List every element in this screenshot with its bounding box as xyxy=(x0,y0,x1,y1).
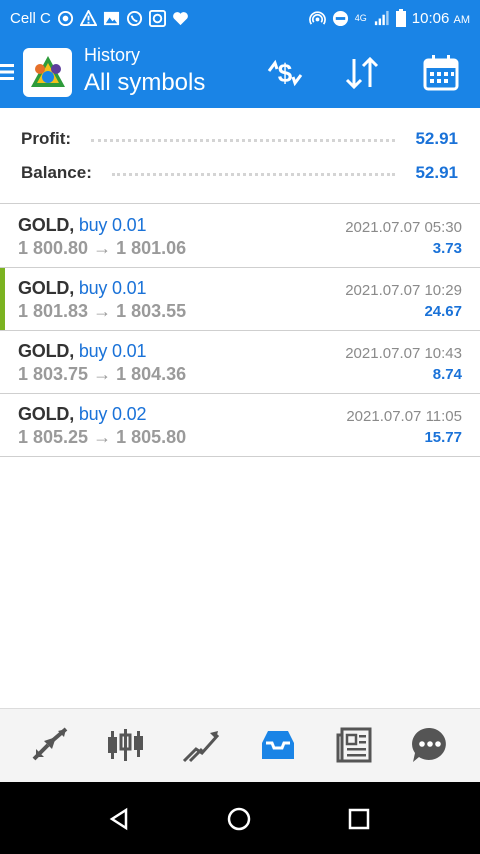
trade-icon xyxy=(182,731,220,763)
carrier-label: Cell C xyxy=(10,9,51,27)
bottom-navigation xyxy=(0,708,480,783)
svg-text:$: $ xyxy=(278,58,293,88)
deal-prices: 1 803.75 → 1 804.36 xyxy=(18,364,187,384)
radar-icon xyxy=(57,10,73,26)
signal-icon xyxy=(374,10,389,25)
chat-icon xyxy=(412,727,446,762)
sort-icon xyxy=(345,56,379,90)
nav-chart[interactable] xyxy=(88,717,164,773)
deal-row[interactable]: GOLD, buy 0.02 1 805.25 → 1 805.80 2021.… xyxy=(0,394,480,457)
image-icon xyxy=(103,11,119,25)
deal-type: buy 0.01 xyxy=(78,278,147,298)
menu-icon[interactable] xyxy=(0,62,14,82)
recents-square-icon xyxy=(348,808,370,830)
nav-history[interactable] xyxy=(240,717,316,773)
deal-symbol: GOLD, xyxy=(18,215,74,235)
history-summary: Profit: 52.91 Balance: 52.91 xyxy=(0,108,480,204)
balance-row: Balance: 52.91 xyxy=(21,161,458,185)
deal-symbol: GOLD, xyxy=(18,404,74,424)
heart-icon xyxy=(172,11,188,25)
section-title: History xyxy=(84,45,141,65)
deal-type: buy 0.02 xyxy=(78,404,147,424)
candlestick-chart-icon xyxy=(108,729,143,761)
deals-list: GOLD, buy 0.01 1 800.80 → 1 801.06 2021.… xyxy=(0,205,480,457)
recents-button[interactable] xyxy=(344,804,374,834)
deal-profit: 8.74 xyxy=(432,366,462,383)
sort-button[interactable] xyxy=(341,52,383,94)
app-bar: History All symbols $ xyxy=(0,36,480,108)
deal-time: 2021.07.07 05:30 xyxy=(345,219,462,236)
hotspot-icon xyxy=(308,10,326,25)
currency-exchange-icon: $ xyxy=(267,58,303,88)
nav-news[interactable] xyxy=(316,717,392,773)
whatsapp-icon xyxy=(126,10,142,26)
deal-symbol: GOLD, xyxy=(18,341,74,361)
deal-prices: 1 801.83 → 1 803.55 xyxy=(18,301,187,321)
system-navigation-bar xyxy=(0,782,480,854)
profit-value: 52.91 xyxy=(415,129,458,148)
quotes-icon xyxy=(32,727,68,761)
calendar-button[interactable] xyxy=(420,52,462,94)
deal-time: 2021.07.07 10:29 xyxy=(345,282,462,299)
deal-profit: 3.73 xyxy=(432,240,462,257)
deal-row[interactable]: GOLD, buy 0.01 1 801.83 → 1 803.55 2021.… xyxy=(0,268,480,331)
deal-profit: 15.77 xyxy=(424,429,462,446)
clock-ampm: AM xyxy=(453,13,471,26)
metatrader-logo-icon xyxy=(30,55,65,87)
symbol-filter[interactable]: All symbols xyxy=(84,68,205,98)
network-type: 4G xyxy=(354,12,367,23)
back-triangle-icon xyxy=(109,807,128,831)
news-icon xyxy=(336,727,372,763)
deal-time: 2021.07.07 11:05 xyxy=(346,408,462,425)
deal-type: buy 0.01 xyxy=(78,341,147,361)
deal-profit: 24.67 xyxy=(424,303,462,320)
history-inbox-icon xyxy=(262,731,294,759)
deal-prices: 1 805.25 → 1 805.80 xyxy=(18,427,187,447)
profit-row: Profit: 52.91 xyxy=(21,127,458,151)
app-logo[interactable] xyxy=(23,48,72,97)
home-button[interactable] xyxy=(224,804,254,834)
nav-trade[interactable] xyxy=(164,717,240,773)
deal-row[interactable]: GOLD, buy 0.01 1 803.75 → 1 804.36 2021.… xyxy=(0,331,480,394)
warning-icon xyxy=(79,9,97,26)
screen-record-icon xyxy=(148,9,166,27)
balance-label: Balance: xyxy=(21,163,92,182)
dotted-leader xyxy=(111,172,396,176)
deal-row[interactable]: GOLD, buy 0.01 1 800.80 → 1 801.06 2021.… xyxy=(0,205,480,268)
deal-time: 2021.07.07 10:43 xyxy=(345,345,462,362)
clock: 10:06 xyxy=(411,9,450,27)
deposit-withdraw-button[interactable]: $ xyxy=(264,52,306,94)
dotted-leader xyxy=(91,138,396,142)
deal-prices: 1 800.80 → 1 801.06 xyxy=(18,238,187,258)
home-circle-icon xyxy=(227,807,251,831)
battery-icon xyxy=(395,9,406,27)
profit-label: Profit: xyxy=(21,129,72,148)
status-bar: Cell C 4G 10:06 AM xyxy=(0,0,480,36)
do-not-disturb-icon xyxy=(332,10,348,26)
calendar-icon xyxy=(423,55,459,91)
balance-value: 52.91 xyxy=(415,163,458,182)
deal-symbol: GOLD, xyxy=(18,278,74,298)
nav-chat[interactable] xyxy=(392,717,468,773)
nav-quotes[interactable] xyxy=(12,717,88,773)
deal-type: buy 0.01 xyxy=(78,215,147,235)
back-button[interactable] xyxy=(104,804,134,834)
